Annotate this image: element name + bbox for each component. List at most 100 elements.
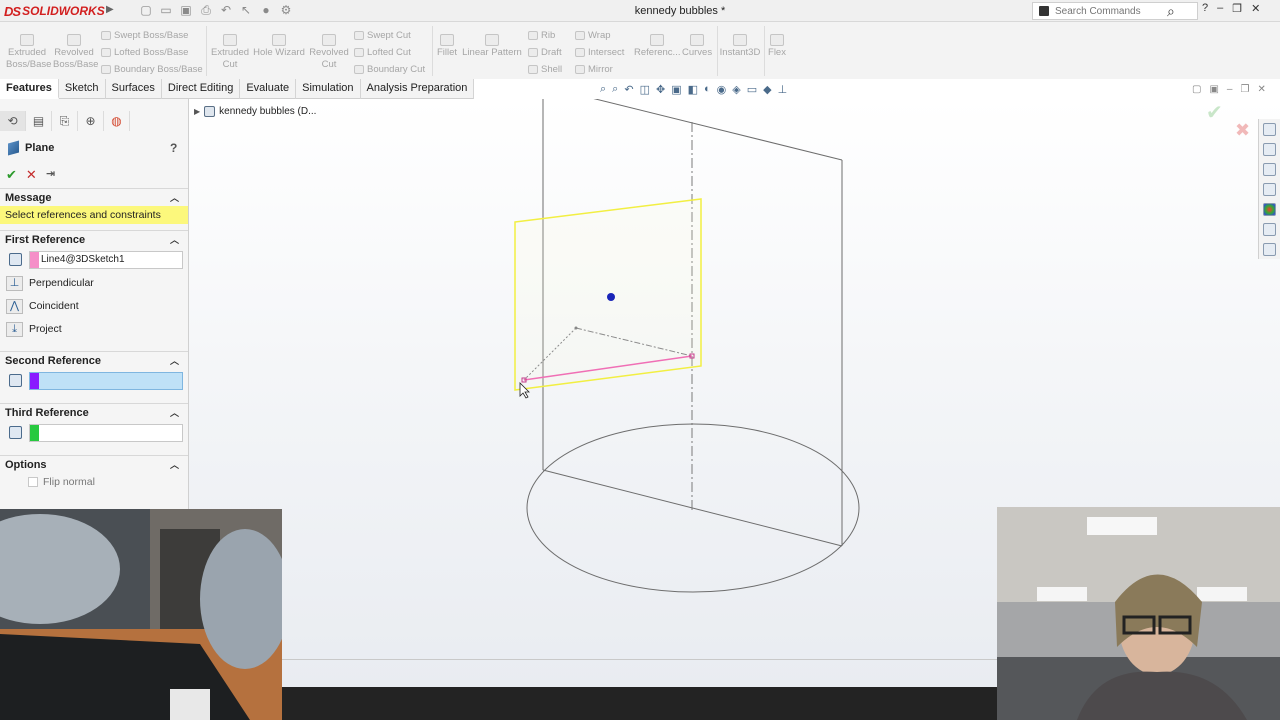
boundary-boss-button[interactable]: Boundary Boss/Base [101,62,203,76]
view-settings-icon[interactable]: ▭ [747,83,757,96]
message-header[interactable]: Message ︿ [0,188,188,206]
configuration-manager-tab-icon[interactable]: ⎘ [52,111,78,131]
boundary-cut-button[interactable]: Boundary Cut [354,62,425,76]
instant3d-button[interactable]: Instant3D [719,34,761,59]
curves-button[interactable]: Curves [682,34,712,59]
solidworks-logo[interactable]: DS SOLIDWORKS [4,2,105,20]
first-reference-field[interactable]: Line4@3DSketch1 [29,251,183,269]
ok-button[interactable]: ✔ [6,167,17,183]
hole-wizard-button[interactable]: Hole Wizard [253,34,305,59]
mirror-button[interactable]: Mirror [575,62,613,76]
doc-close-button[interactable]: ✕ [1257,84,1265,95]
display-style-icon[interactable]: ◧ [688,83,698,96]
flex-button[interactable]: Flex [766,34,788,59]
collapse-icon[interactable]: ︿ [170,231,179,249]
options-header[interactable]: Options ︿ [0,455,188,473]
minimize-button[interactable]: – [1217,2,1223,15]
open-document-icon[interactable]: ▭ [158,3,174,18]
zoom-to-fit-icon[interactable]: ⌕ [600,83,606,96]
home-icon[interactable] [1263,123,1276,136]
cancel-button[interactable]: ✕ [26,167,37,183]
intersect-button[interactable]: Intersect [575,45,624,59]
rebuild-icon[interactable]: ● [258,3,274,18]
shell-button[interactable]: Shell [528,62,562,76]
flip-normal-checkbox[interactable] [28,477,38,487]
options-gear-icon[interactable]: ⚙ [278,3,294,18]
property-manager-tab-icon[interactable]: ▤ [26,111,52,131]
flip-normal-option[interactable]: Flip normal [28,476,95,488]
linear-pattern-button[interactable]: Linear Pattern [462,34,522,59]
menu-expand-arrow-icon[interactable]: ▶ [106,4,114,15]
reference-geometry-button[interactable]: Referenc... [634,34,680,59]
tab-simulation[interactable]: Simulation [296,79,361,99]
search-commands-box[interactable]: ⌕ [1032,2,1198,20]
revolved-cut-button[interactable]: Revolved Cut [308,34,350,71]
tab-features[interactable]: Features [0,79,59,99]
confirmation-cancel-icon[interactable]: ✖ [1235,120,1250,141]
appearances-icon[interactable] [1263,203,1276,216]
tab-sketch[interactable]: Sketch [59,79,106,99]
previous-view-icon[interactable]: ↶ [624,83,633,96]
second-reference-field[interactable] [29,372,183,390]
swept-boss-button[interactable]: Swept Boss/Base [101,28,188,42]
doc-maximize-button[interactable]: ❐ [1240,84,1249,95]
lofted-cut-button[interactable]: Lofted Cut [354,45,411,59]
doc-tile-icon[interactable]: ▣ [1209,84,1218,95]
swept-cut-button[interactable]: Swept Cut [354,28,411,42]
coincident-option[interactable]: ⋀ Coincident [0,295,188,318]
help-icon[interactable]: ? [1202,2,1208,15]
tab-analysis-preparation[interactable]: Analysis Preparation [361,79,475,99]
wrap-button[interactable]: Wrap [575,28,611,42]
print-icon[interactable]: ⎙ [198,3,214,18]
draft-button[interactable]: Draft [528,45,562,59]
feature-tree-root[interactable]: ▶ kennedy bubbles (D... [194,106,316,117]
doc-restore-icon[interactable]: ▢ [1192,84,1201,95]
search-input[interactable] [1055,5,1165,17]
select-icon[interactable]: ↖ [238,3,254,18]
doc-minimize-button[interactable]: – [1227,84,1233,95]
display-pane-icon[interactable]: ◆ [763,83,771,96]
feature-manager-tab-icon[interactable]: ⟲ [0,111,26,131]
collapse-icon[interactable]: ︿ [170,352,179,370]
save-icon[interactable]: ▣ [178,3,194,18]
second-reference-header[interactable]: Second Reference ︿ [0,351,188,369]
forum-icon[interactable] [1263,243,1276,256]
triad-icon[interactable]: ⊥ [778,83,788,96]
undo-icon[interactable]: ↶ [218,3,234,18]
hide-show-icon[interactable]: ◐ [704,83,711,96]
first-reference-header[interactable]: First Reference ︿ [0,230,188,248]
expand-arrow-icon[interactable]: ▶ [194,107,200,116]
collapse-icon[interactable]: ︿ [170,404,179,422]
extruded-boss-button[interactable]: Extruded Boss/Base [6,34,51,71]
tab-surfaces[interactable]: Surfaces [106,79,162,99]
zoom-to-area-icon[interactable]: ⌕ [612,83,618,96]
help-button[interactable]: ? [170,141,177,155]
confirmation-ok-icon[interactable]: ✔ [1206,100,1223,125]
edit-appearance-icon[interactable]: ◉ [717,83,727,96]
collapse-icon[interactable]: ︿ [170,189,179,207]
display-manager-tab-icon[interactable]: ◍ [104,111,130,131]
apply-scene-icon[interactable]: ◈ [732,83,740,96]
custom-properties-icon[interactable] [1263,223,1276,236]
collapse-icon[interactable]: ︿ [170,456,179,474]
search-icon[interactable]: ⌕ [1167,3,1175,20]
section-view-icon[interactable]: ◫ [640,83,650,96]
lofted-boss-button[interactable]: Lofted Boss/Base [101,45,188,59]
project-option[interactable]: ⤓ Project [0,318,188,341]
fillet-button[interactable]: Fillet [434,34,460,59]
revolved-boss-button[interactable]: Revolved Boss/Base [53,34,98,71]
perpendicular-option[interactable]: ⊥ Perpendicular [0,272,188,295]
restore-button[interactable]: ❐ [1232,2,1242,15]
resources-icon[interactable] [1263,143,1276,156]
third-reference-field[interactable] [29,424,183,442]
tab-direct-editing[interactable]: Direct Editing [162,79,241,99]
dimxpert-tab-icon[interactable]: ⊕ [78,111,104,131]
third-reference-header[interactable]: Third Reference ︿ [0,403,188,421]
pin-icon[interactable]: ⇥ [46,167,55,183]
file-explorer-icon[interactable] [1263,163,1276,176]
dynamic-annotation-icon[interactable]: ✥ [656,83,665,96]
rib-button[interactable]: Rib [528,28,555,42]
view-palette-icon[interactable] [1263,183,1276,196]
tab-evaluate[interactable]: Evaluate [240,79,297,99]
extruded-cut-button[interactable]: Extruded Cut [210,34,250,71]
